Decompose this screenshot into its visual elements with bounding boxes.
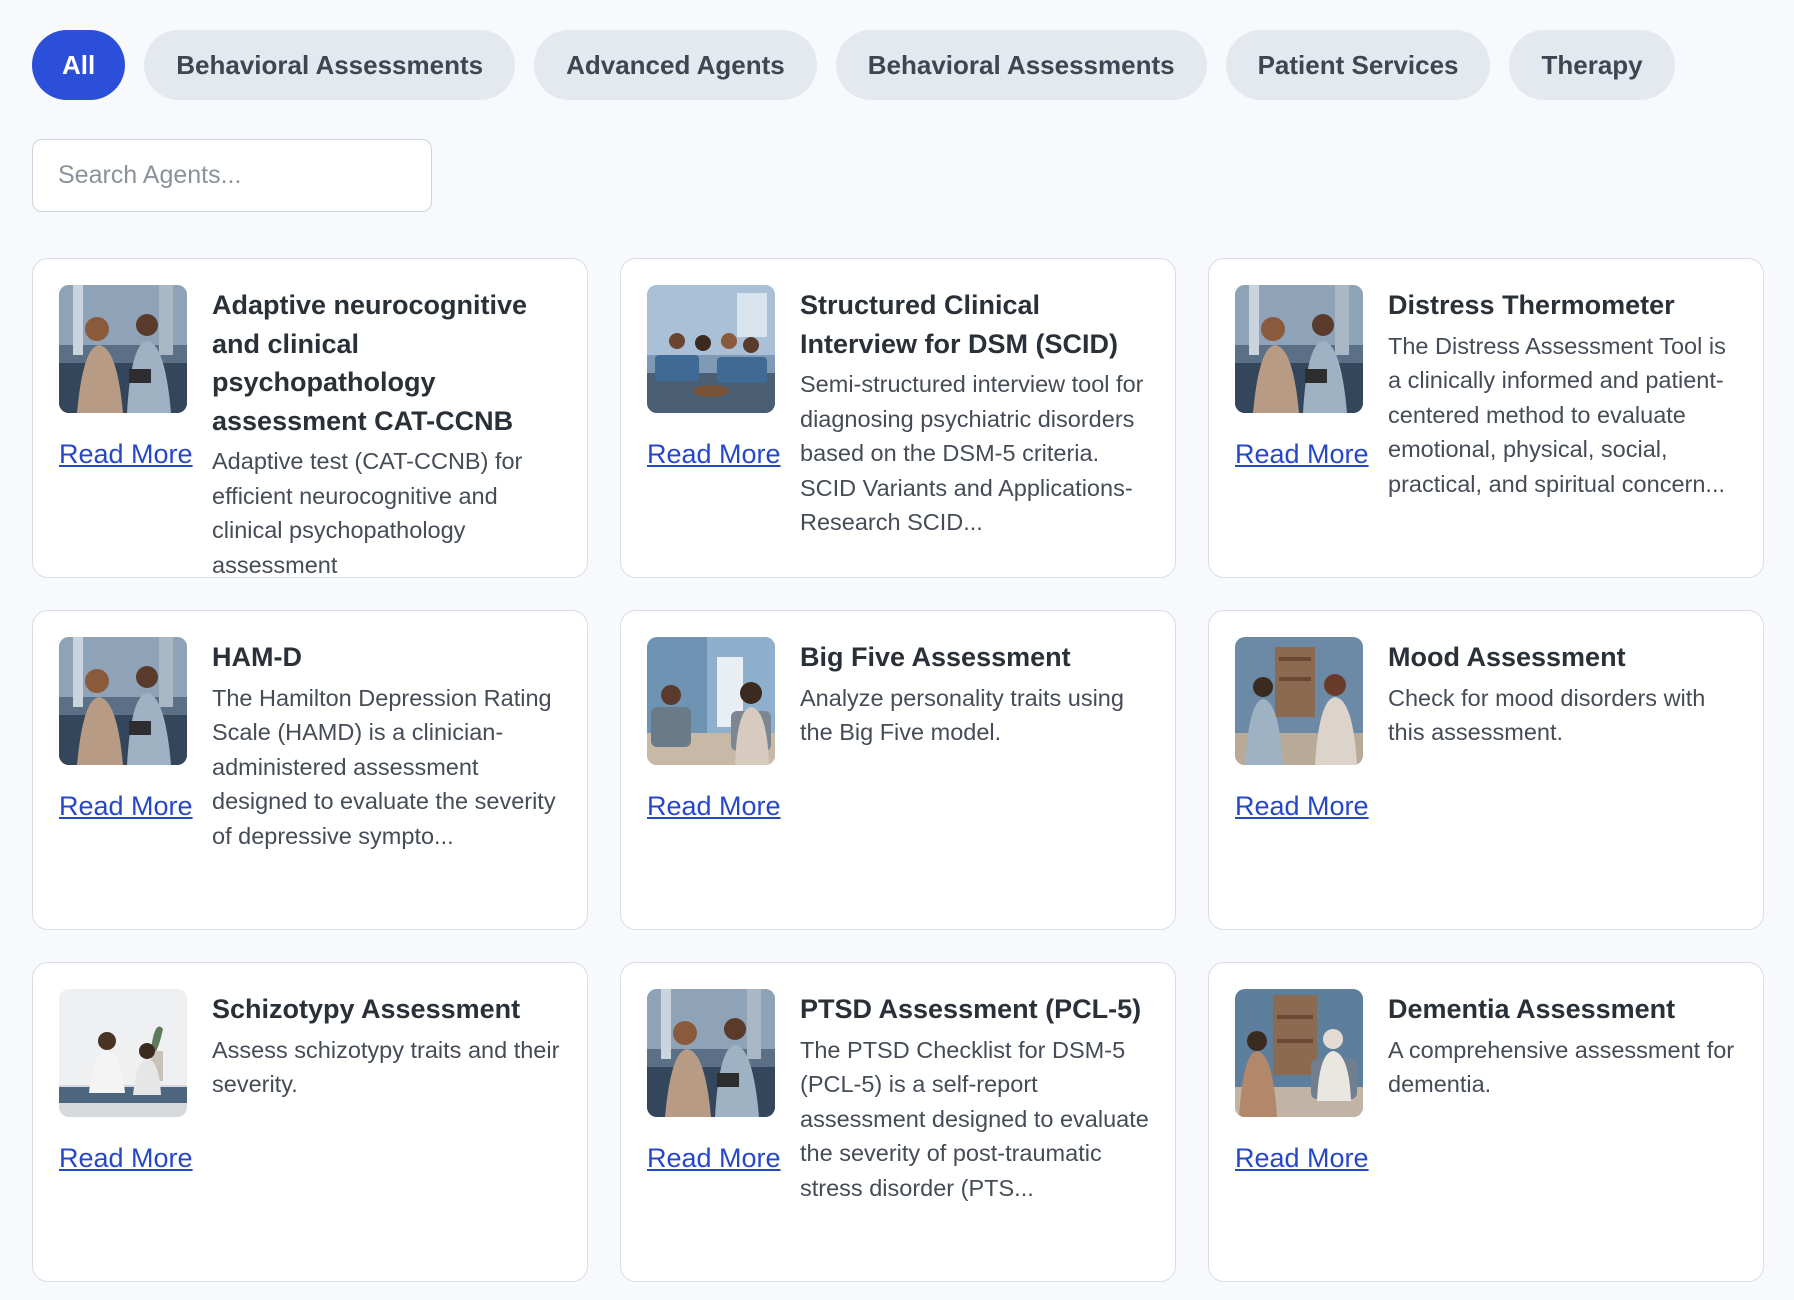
card-description: Adaptive test (CAT-CCNB) for efficient n… — [212, 448, 523, 578]
filter-therapy[interactable]: Therapy — [1509, 30, 1675, 100]
therapy-session-image — [647, 989, 775, 1117]
card-description: Check for mood disorders with this asses… — [1388, 684, 1706, 746]
search-input[interactable] — [32, 139, 432, 212]
read-more-link[interactable]: Read More — [1235, 439, 1369, 470]
meditation-image — [59, 989, 187, 1117]
read-more-link[interactable]: Read More — [1235, 791, 1369, 822]
agent-card-grid: Read More Adaptive neurocognitive and cl… — [32, 258, 1764, 1282]
card-title: HAM-D — [212, 642, 302, 672]
card-title: Dementia Assessment — [1388, 994, 1676, 1024]
agent-card: Read More HAM-D The Hamilton Depression … — [32, 610, 588, 930]
card-title: Mood Assessment — [1388, 642, 1626, 672]
card-title: Adaptive neurocognitive and clinical psy… — [212, 290, 528, 436]
filter-behavioral-assessments-2[interactable]: Behavioral Assessments — [835, 30, 1207, 100]
card-title: Schizotypy Assessment — [212, 994, 521, 1024]
card-title: Structured Clinical Interview for DSM (S… — [800, 290, 1119, 359]
read-more-link[interactable]: Read More — [647, 1143, 781, 1174]
agent-card: Read More PTSD Assessment (PCL-5) The PT… — [620, 962, 1176, 1282]
filter-patient-services[interactable]: Patient Services — [1225, 30, 1491, 100]
agent-card: Read More Dementia Assessment A comprehe… — [1208, 962, 1764, 1282]
agent-card: Read More Distress Thermometer The Distr… — [1208, 258, 1764, 578]
therapy-session-image — [59, 285, 187, 413]
group-therapy-image — [647, 285, 775, 413]
read-more-link[interactable]: Read More — [647, 791, 781, 822]
elderly-counseling-image — [1235, 989, 1363, 1117]
card-title: Big Five Assessment — [800, 642, 1071, 672]
filter-behavioral-assessments[interactable]: Behavioral Assessments — [144, 30, 516, 100]
filter-all[interactable]: All — [32, 30, 126, 100]
card-description: Semi-structured interview tool for diagn… — [800, 371, 1144, 536]
filter-advanced-agents[interactable]: Advanced Agents — [534, 30, 817, 100]
therapy-session-image — [59, 637, 187, 765]
card-description: Analyze personality traits using the Big… — [800, 684, 1124, 746]
card-description: A comprehensive assessment for dementia. — [1388, 1036, 1735, 1098]
card-description: The Hamilton Depression Rating Scale (HA… — [212, 684, 556, 849]
agents-page: All Behavioral Assessments Advanced Agen… — [0, 0, 1794, 1300]
category-filters: All Behavioral Assessments Advanced Agen… — [32, 30, 1675, 100]
read-more-link[interactable]: Read More — [1235, 1143, 1369, 1174]
counseling-session-image — [1235, 637, 1363, 765]
read-more-link[interactable]: Read More — [59, 1143, 193, 1174]
agent-card: Read More Schizotypy Assessment Assess s… — [32, 962, 588, 1282]
card-title: PTSD Assessment (PCL-5) — [800, 994, 1142, 1024]
card-description: The PTSD Checklist for DSM-5 (PCL-5) is … — [800, 1036, 1149, 1201]
read-more-link[interactable]: Read More — [59, 791, 193, 822]
counseling-room-image — [647, 637, 775, 765]
agent-card: Read More Mood Assessment Check for mood… — [1208, 610, 1764, 930]
card-description: Assess schizotypy traits and their sever… — [212, 1036, 560, 1098]
card-description: The Distress Assessment Tool is a clinic… — [1388, 332, 1726, 497]
therapy-session-image — [1235, 285, 1363, 413]
read-more-link[interactable]: Read More — [59, 439, 193, 470]
agent-card: Read More Structured Clinical Interview … — [620, 258, 1176, 578]
card-title: Distress Thermometer — [1388, 290, 1675, 320]
agent-card: Read More Adaptive neurocognitive and cl… — [32, 258, 588, 578]
agent-card: Read More Big Five Assessment Analyze pe… — [620, 610, 1176, 930]
read-more-link[interactable]: Read More — [647, 439, 781, 470]
